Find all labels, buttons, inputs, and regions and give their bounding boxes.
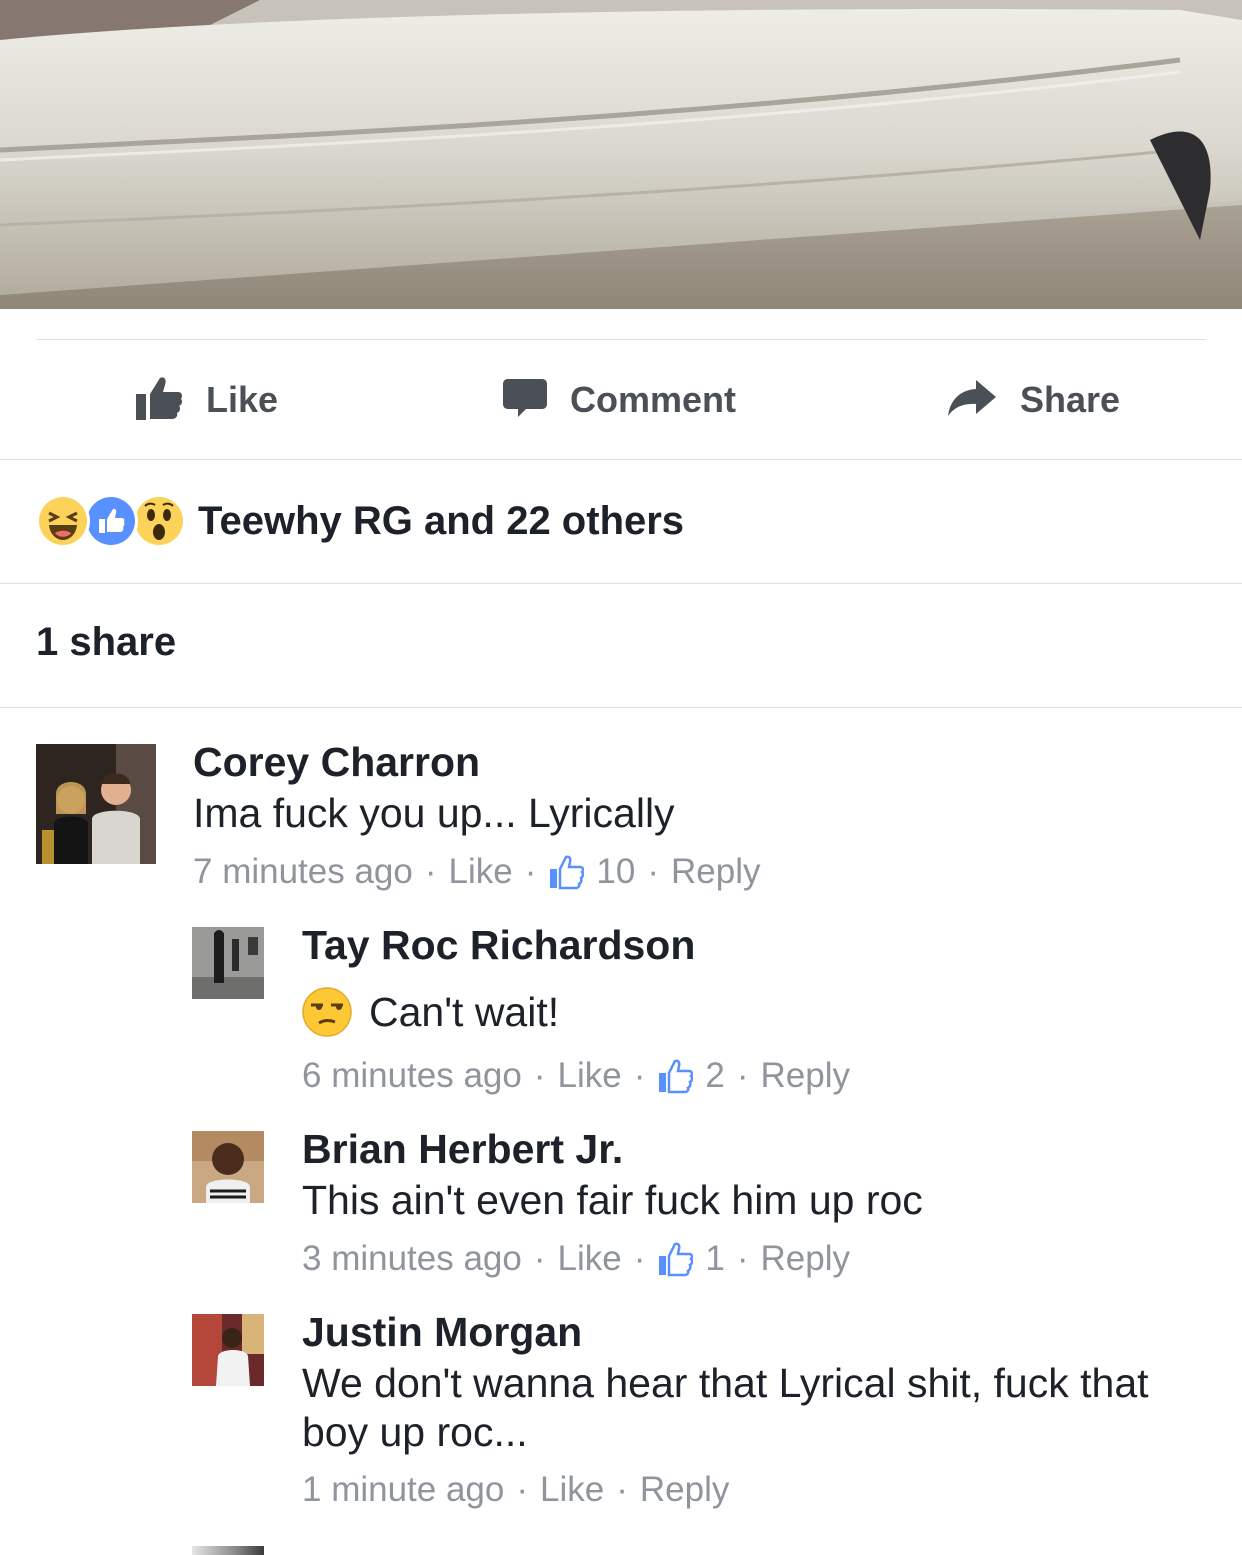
wow-reaction-icon (132, 494, 186, 548)
comment-reply-link[interactable]: Reply (640, 1470, 729, 1510)
comment-like-link[interactable]: Like (540, 1470, 604, 1510)
comment-meta: 7 minutes ago · Like · 10 · Reply (193, 852, 760, 892)
like-count-icon (657, 1058, 694, 1094)
share-label: Share (1020, 379, 1121, 420)
separator-dot: · (633, 1056, 646, 1095)
separator-dot: · (533, 1239, 546, 1278)
avatar[interactable] (192, 1131, 264, 1203)
separator-dot: · (516, 1470, 529, 1509)
avatar[interactable] (192, 1546, 264, 1555)
avatar[interactable] (192, 927, 264, 999)
separator-dot: · (424, 852, 437, 891)
thumbs-up-icon (134, 374, 184, 427)
comment-timestamp: 7 minutes ago (193, 852, 413, 891)
comment-label: Comment (570, 379, 737, 420)
comment-author[interactable]: Brian Herbert Jr. (302, 1126, 623, 1173)
comment-like-link[interactable]: Like (558, 1056, 622, 1096)
separator-dot: · (533, 1056, 546, 1095)
separator-dot: · (736, 1056, 749, 1095)
share-arrow-icon (946, 378, 998, 423)
comment-like-count[interactable]: 2 (705, 1056, 724, 1096)
comment-like-link[interactable]: Like (449, 852, 513, 892)
comment-timestamp: 3 minutes ago (302, 1239, 522, 1278)
comments-top-divider (0, 707, 1242, 708)
comment-meta: 1 minute ago · Like · Reply (302, 1470, 729, 1510)
comment-meta: 3 minutes ago · Like · 1 · Reply (302, 1239, 850, 1279)
comment-timestamp: 1 minute ago (302, 1470, 505, 1509)
avatar[interactable] (192, 1314, 264, 1386)
comment-reply-link[interactable]: Reply (761, 1239, 850, 1279)
comment-meta: 6 minutes ago · Like · 2 · Reply (302, 1056, 850, 1096)
separator-dot: · (736, 1239, 749, 1278)
comment-author[interactable]: Corey Charron (193, 739, 480, 786)
reactions-summary[interactable]: Teewhy RG and 22 others (36, 490, 684, 552)
comment-like-count[interactable]: 1 (705, 1239, 724, 1279)
unamused-face-icon (302, 987, 352, 1037)
like-count-icon (657, 1241, 694, 1277)
haha-reaction-icon (36, 494, 90, 548)
shares-top-divider (0, 583, 1242, 584)
comment-text: Can't wait! (369, 989, 560, 1035)
comment-reply-link[interactable]: Reply (671, 852, 760, 892)
like-button[interactable]: Like (134, 340, 278, 460)
separator-dot: · (524, 852, 537, 891)
post-photo[interactable] (0, 0, 1242, 309)
separator-dot: · (647, 852, 659, 891)
share-count[interactable]: 1 share (36, 620, 176, 665)
like-reaction-icon (84, 494, 138, 548)
action-bar: Like Comment Share (0, 340, 1242, 460)
share-button[interactable]: Share (946, 340, 1120, 460)
like-count-icon (548, 854, 585, 890)
reactions-top-divider (0, 459, 1242, 460)
comment-like-count[interactable]: 10 (596, 852, 635, 892)
comment-author[interactable]: Justin Morgan (302, 1309, 582, 1356)
comment-text: We don't wanna hear that Lyrical shit, f… (302, 1360, 1149, 1455)
comment-text: Ima fuck you up... Lyrically (193, 790, 675, 836)
separator-dot: · (616, 1470, 628, 1509)
speech-bubble-icon (502, 375, 548, 426)
comment-like-link[interactable]: Like (558, 1239, 622, 1279)
comment-text: This ain't even fair fuck him up roc (302, 1177, 923, 1223)
comment-button[interactable]: Comment (502, 340, 736, 460)
comment-timestamp: 6 minutes ago (302, 1056, 522, 1095)
reactions-summary-text: Teewhy RG and 22 others (198, 498, 685, 543)
comment-author[interactable]: Tay Roc Richardson (302, 922, 695, 969)
like-label: Like (206, 379, 279, 420)
avatar[interactable] (36, 744, 156, 864)
comment-reply-link[interactable]: Reply (761, 1056, 850, 1096)
separator-dot: · (633, 1239, 646, 1278)
